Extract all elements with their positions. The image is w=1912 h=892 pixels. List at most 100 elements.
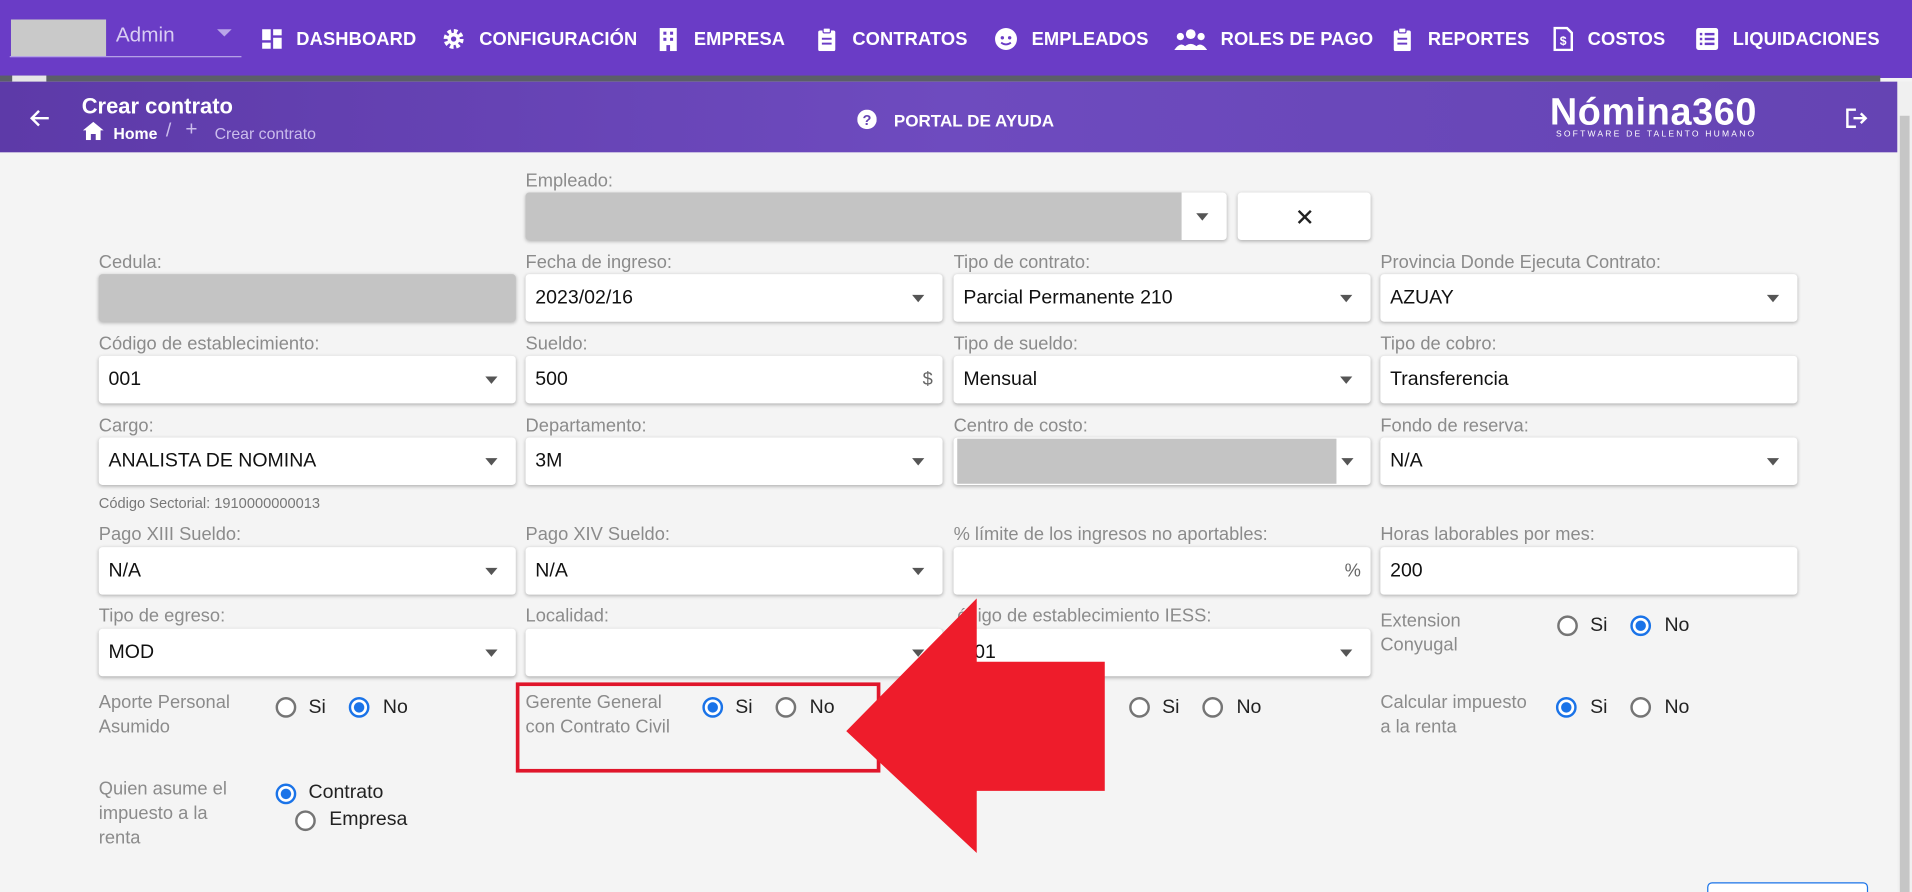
help-icon[interactable]: ?: [857, 109, 877, 130]
pago-xiv-label: Pago XIV Sueldo:: [525, 523, 670, 545]
sueldo-label: Sueldo:: [525, 333, 588, 355]
centro-costo-select[interactable]: [953, 437, 1371, 485]
limite-ingresos-input[interactable]: %: [953, 547, 1371, 595]
fondo-reserva-select[interactable]: N/A: [1380, 437, 1798, 485]
nav-reportes[interactable]: REPORTES: [1390, 22, 1529, 56]
aporte-personal-no-radio[interactable]: [348, 697, 370, 718]
sueldo-input[interactable]: 500 $: [525, 355, 943, 404]
departamento-select[interactable]: 3M: [525, 437, 943, 485]
breadcrumb-home[interactable]: Home: [113, 124, 157, 142]
nav-roles-de-pago[interactable]: ROLES DE PAGO: [1174, 22, 1373, 56]
codigo-establecimiento-label: Código de establecimiento:: [98, 333, 320, 355]
user-name[interactable]: Admin: [116, 23, 175, 47]
nav-configuracion[interactable]: CONFIGURACIÓN: [441, 22, 637, 56]
cedula-field[interactable]: [98, 274, 516, 322]
provincia-value: AZUAY: [1390, 286, 1454, 308]
caret-down-icon: [1196, 213, 1209, 221]
nav-label: CONFIGURACIÓN: [479, 28, 638, 50]
empleado-label: Empleado:: [525, 170, 614, 192]
calcular-impuesto-si-radio[interactable]: [1555, 697, 1577, 718]
cedula-label: Cedula:: [98, 252, 162, 273]
clipboard-icon: [818, 27, 836, 52]
limite-ingresos-label: % límite de los ingresos no aportables:: [953, 523, 1268, 545]
nav-costos[interactable]: $ COSTOS: [1552, 22, 1665, 56]
quien-asume-contrato-radio[interactable]: [275, 783, 297, 805]
brand-logo: Nómina360: [1549, 90, 1758, 133]
chevron-down-icon[interactable]: [217, 29, 232, 37]
cargo-select[interactable]: ANALISTA DE NOMINA: [98, 437, 516, 485]
nav-contratos[interactable]: CONTRATOS: [815, 22, 968, 56]
scrollbar-thumb[interactable]: [1899, 115, 1910, 892]
nav-empresa[interactable]: EMPRESA: [656, 22, 785, 56]
fecha-ingreso-value: 2023/02/16: [535, 286, 633, 308]
codigo-establecimiento-select[interactable]: 001: [98, 355, 516, 404]
pago-xiv-value: N/A: [535, 559, 568, 581]
quien-asume-label: Quien asume el impuesto a la renta: [98, 778, 227, 849]
localidad-label: Localidad:: [525, 605, 609, 627]
empleado-dropdown-toggle[interactable]: [1181, 192, 1227, 241]
user-avatar[interactable]: [10, 19, 107, 57]
quien-asume-empresa-label: Empresa: [329, 809, 408, 830]
user-menu-underline: [9, 56, 242, 58]
svg-text:$: $: [1560, 34, 1567, 48]
pago-xiv-select[interactable]: N/A: [525, 547, 943, 595]
nav-liquidaciones[interactable]: LIQUIDACIONES: [1695, 22, 1880, 56]
face-icon: [995, 28, 1017, 50]
calcular-impuesto-label: Calcular impuesto a la renta: [1380, 692, 1527, 738]
tipo-cobro-value: Transferencia: [1390, 368, 1509, 390]
caret-down-icon: [1340, 649, 1353, 657]
arrow-back-icon[interactable]: [29, 107, 51, 129]
tipo-egreso-label: Tipo de egreso:: [98, 605, 226, 627]
save-button[interactable]: [1707, 882, 1869, 892]
home-icon[interactable]: [82, 121, 104, 141]
help-portal-link[interactable]: PORTAL DE AYUDA: [894, 111, 1054, 130]
close-icon: [1297, 209, 1312, 224]
quien-asume-contrato-label: Contrato: [308, 782, 384, 804]
calcular-impuesto-no-label: No: [1664, 697, 1690, 718]
tipo-contrato-value: Parcial Permanente 210: [963, 286, 1173, 308]
departamento-label: Departamento:: [525, 415, 647, 437]
hidden-field-si-radio[interactable]: [1129, 697, 1150, 718]
extension-conyugal-label: Extension Conyugal: [1380, 610, 1461, 656]
calcular-impuesto-no-radio[interactable]: [1630, 697, 1652, 718]
centro-costo-label: Centro de costo:: [953, 415, 1088, 437]
tipo-sueldo-label: Tipo de sueldo:: [953, 333, 1078, 355]
caret-down-icon: [485, 567, 498, 576]
horas-input[interactable]: 200: [1380, 547, 1798, 595]
logout-icon[interactable]: [1845, 107, 1868, 129]
nav-dashboard[interactable]: DASHBOARD: [261, 22, 416, 56]
aporte-personal-label: Aporte Personal Asumido: [98, 692, 230, 738]
caret-down-icon: [1766, 294, 1780, 303]
nav-label: REPORTES: [1427, 28, 1530, 50]
hidden-field-no-radio[interactable]: [1202, 697, 1224, 718]
aporte-personal-si-radio[interactable]: [275, 697, 297, 718]
extension-conyugal-no-radio[interactable]: [1630, 615, 1652, 637]
empleado-select[interactable]: [525, 192, 1227, 241]
quien-asume-empresa-radio[interactable]: [295, 810, 316, 832]
caret-down-icon: [912, 458, 925, 466]
tipo-cobro-field[interactable]: Transferencia: [1380, 355, 1798, 404]
caret-down-icon: [485, 376, 498, 384]
fondo-reserva-label: Fondo de reserva:: [1380, 415, 1529, 437]
horas-value: 200: [1390, 559, 1423, 581]
cargo-hint: Código Sectorial: 1910000000013: [98, 494, 321, 512]
pago-xiii-label: Pago XIII Sueldo:: [98, 523, 242, 545]
codigo-establecimiento-value: 001: [108, 368, 142, 390]
tipo-sueldo-select[interactable]: Mensual: [953, 355, 1371, 404]
hidden-field-no-label: No: [1236, 697, 1262, 718]
nav-label: CONTRATOS: [852, 28, 968, 50]
pago-xiii-select[interactable]: N/A: [98, 547, 516, 595]
gear-icon: [443, 29, 464, 49]
aporte-personal-si-label: Si: [308, 697, 326, 718]
extension-conyugal-si-radio[interactable]: [1557, 615, 1578, 637]
tipo-contrato-select[interactable]: Parcial Permanente 210: [953, 274, 1371, 322]
brand-tagline: SOFTWARE DE TALENTO HUMANO: [1555, 130, 1757, 139]
fecha-ingreso-field[interactable]: 2023/02/16: [525, 274, 943, 322]
caret-down-icon: [1340, 294, 1353, 303]
provincia-select[interactable]: AZUAY: [1380, 274, 1798, 322]
tipo-egreso-select[interactable]: MOD: [98, 628, 516, 677]
nav-label: EMPRESA: [693, 28, 786, 50]
list-icon: [1696, 28, 1719, 50]
clear-employee-button[interactable]: [1237, 192, 1371, 241]
nav-empleados[interactable]: EMPLEADOS: [994, 22, 1149, 56]
